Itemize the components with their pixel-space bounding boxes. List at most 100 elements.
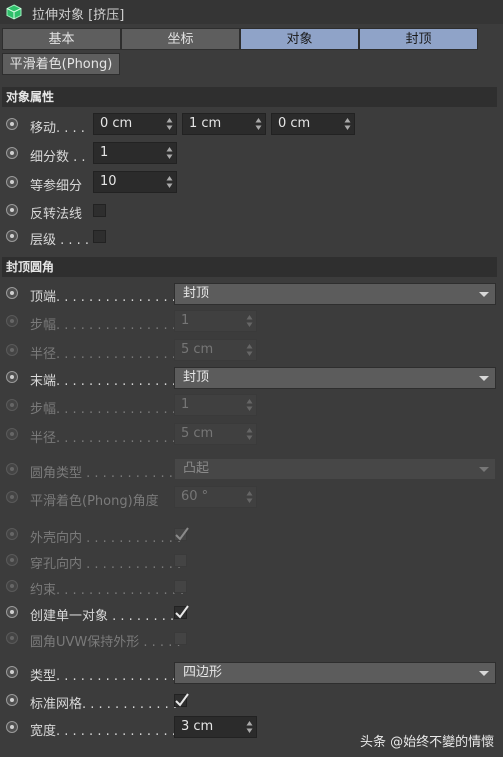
section-object-properties: 对象属性 [2,87,497,107]
hierarchy-checkbox[interactable] [93,230,106,243]
start-cap-label: 顶端. . . . . . . . . . . . . . . . [30,290,185,305]
movement-y-field[interactable]: 1 cm [182,113,266,135]
single-object-checkbox[interactable] [174,605,189,619]
animate-radio-icon[interactable] [6,491,18,503]
standard-grid-checkbox[interactable] [174,693,189,707]
end-steps-field[interactable]: 1 [174,394,257,416]
tab-phong[interactable]: 平滑着色(Phong) [2,53,120,75]
row-end-radius: 半径. . . . . . . . . . . . . . . . 5 cm [0,423,503,447]
flip-normals-label: 反转法线 [30,207,83,222]
end-radius-label: 半径. . . . . . . . . . . . . . . . [30,431,185,446]
start-steps-label: 步幅. . . . . . . . . . . . . . . . [30,318,185,333]
end-steps-value: 1 [181,397,190,412]
spinner-arrows-icon[interactable] [344,117,351,131]
row-hole-inward: 穿孔向内 . . . . . . . . . . . . [0,549,503,573]
extrude-object-icon [6,4,22,20]
animate-radio-icon[interactable] [6,315,18,327]
row-type: 类型. . . . . . . . . . . . . . . . 四边形 [0,661,503,685]
fillet-type-dropdown[interactable]: 凸起 [174,458,496,480]
movement-z-field[interactable]: 0 cm [271,113,355,135]
fillet-uvw-label: 圆角UVW保持外形 . . . . . [30,635,181,650]
subdivision-field[interactable]: 1 [93,142,177,164]
standard-grid-label: 标准网格. . . . . . . . . . . . [30,697,178,712]
end-steps-label: 步幅. . . . . . . . . . . . . . . . [30,402,185,417]
animate-radio-icon[interactable] [6,554,18,566]
animate-radio-icon[interactable] [6,694,18,706]
row-movement: 移动. . . . 0 cm 1 cm 0 cm [0,113,503,137]
animate-radio-icon[interactable] [6,118,18,130]
tab-caps[interactable]: 封顶 [359,28,478,50]
isoparm-field[interactable]: 10 [93,171,177,193]
start-steps-field[interactable]: 1 [174,310,257,332]
row-start-steps: 步幅. . . . . . . . . . . . . . . . 1 [0,310,503,334]
spinner-arrows-icon[interactable] [246,427,253,441]
fillet-type-label: 圆角类型 . . . . . . . . . . . . [30,466,182,481]
spinner-arrows-icon[interactable] [166,146,173,160]
animate-radio-icon[interactable] [6,528,18,540]
title-bar: 拉伸对象 [挤压] [0,0,503,24]
spinner-arrows-icon[interactable] [246,314,253,328]
animate-radio-icon[interactable] [6,463,18,475]
animate-radio-icon[interactable] [6,399,18,411]
animate-radio-icon[interactable] [6,204,18,216]
animate-radio-icon[interactable] [6,428,18,440]
start-cap-value: 封顶 [183,286,210,301]
isoparm-value: 10 [100,174,117,189]
end-cap-label: 末端. . . . . . . . . . . . . . . . [30,374,185,389]
window-title: 拉伸对象 [挤压] [32,8,125,23]
phong-angle-field[interactable]: 60 ° [174,486,257,508]
subdivision-label: 细分数 . . [30,150,86,165]
animate-radio-icon[interactable] [6,666,18,678]
tab-basic[interactable]: 基本 [2,28,121,50]
type-dropdown[interactable]: 四边形 [174,662,496,684]
animate-radio-icon[interactable] [6,580,18,592]
start-radius-field[interactable]: 5 cm [174,339,257,361]
hole-inward-checkbox[interactable] [174,554,187,567]
chevron-down-icon [479,292,489,297]
fillet-uvw-checkbox[interactable] [174,632,187,645]
end-cap-value: 封顶 [183,370,210,385]
type-value: 四边形 [183,665,223,680]
hole-inward-label: 穿孔向内 . . . . . . . . . . . . [30,557,182,572]
spinner-arrows-icon[interactable] [166,117,173,131]
animate-radio-icon[interactable] [6,176,18,188]
start-radius-value: 5 cm [181,342,214,357]
animate-radio-icon[interactable] [6,632,18,644]
flip-normals-checkbox[interactable] [93,204,106,217]
row-fillet-uvw: 圆角UVW保持外形 . . . . . [0,627,503,651]
row-standard-grid: 标准网格. . . . . . . . . . . . [0,689,503,713]
animate-radio-icon[interactable] [6,287,18,299]
row-end-steps: 步幅. . . . . . . . . . . . . . . . 1 [0,394,503,418]
spinner-arrows-icon[interactable] [246,490,253,504]
width-field[interactable]: 3 cm [174,716,257,738]
animate-radio-icon[interactable] [6,344,18,356]
phong-angle-label: 平滑着色(Phong)角度 [30,494,159,509]
start-cap-dropdown[interactable]: 封顶 [174,283,496,305]
row-hierarchy: 层级 . . . . [0,225,503,249]
movement-x-field[interactable]: 0 cm [93,113,177,135]
end-cap-dropdown[interactable]: 封顶 [174,367,496,389]
animate-radio-icon[interactable] [6,147,18,159]
spinner-arrows-icon[interactable] [246,720,253,734]
spinner-arrows-icon[interactable] [255,117,262,131]
width-label: 宽度. . . . . . . . . . . . . . . . [30,724,185,739]
animate-radio-icon[interactable] [6,721,18,733]
spinner-arrows-icon[interactable] [166,175,173,189]
row-phong-angle: 平滑着色(Phong)角度 60 ° [0,486,503,510]
constrain-checkbox[interactable] [174,580,187,593]
hierarchy-label: 层级 . . . . [30,233,90,248]
spinner-arrows-icon[interactable] [246,398,253,412]
section-cap-rounding: 封顶圆角 [2,257,497,277]
checkmark-icon [175,693,189,707]
animate-radio-icon[interactable] [6,606,18,618]
end-radius-field[interactable]: 5 cm [174,423,257,445]
row-subdivision: 细分数 . . 1 [0,142,503,166]
animate-radio-icon[interactable] [6,371,18,383]
animate-radio-icon[interactable] [6,230,18,242]
row-end-cap: 末端. . . . . . . . . . . . . . . . 封顶 [0,366,503,390]
spinner-arrows-icon[interactable] [246,343,253,357]
tab-coordinates[interactable]: 坐标 [121,28,240,50]
fillet-type-value: 凸起 [183,461,210,476]
tab-object[interactable]: 对象 [240,28,359,50]
hull-inward-checkbox[interactable] [174,527,189,541]
